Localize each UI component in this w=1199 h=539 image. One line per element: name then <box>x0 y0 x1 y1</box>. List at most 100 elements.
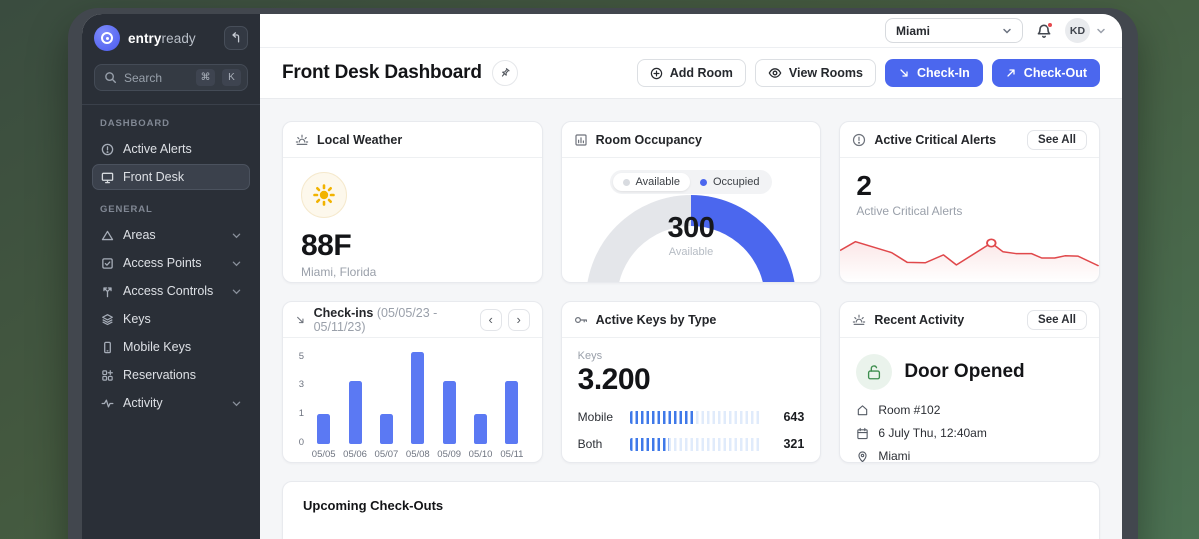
weather-location: Miami, Florida <box>301 265 377 279</box>
card-title: Active Critical Alerts <box>874 132 997 147</box>
topbar: Miami KD <box>260 14 1122 48</box>
occupancy-gauge-text: 300 Available <box>562 212 821 258</box>
sidebar-item-label: Areas <box>123 228 156 242</box>
bar-chart-icon <box>575 133 587 146</box>
legend-occupied[interactable]: Occupied <box>690 173 769 191</box>
unlock-badge <box>856 354 893 390</box>
check-in-button[interactable]: Check-In <box>885 59 983 87</box>
check-in-label: Check-In <box>917 66 970 80</box>
pin-icon <box>501 68 510 77</box>
view-rooms-button[interactable]: View Rooms <box>754 59 876 87</box>
legend-available[interactable]: Available <box>612 173 690 191</box>
brand-name-bold: entry <box>128 30 162 46</box>
activity-date-row: 6 July Thu, 12:40am <box>856 426 1083 440</box>
checkins-bar <box>402 348 433 444</box>
keys-row-both: Both 321 <box>578 437 805 451</box>
eye-icon <box>768 68 782 78</box>
recent-activity-card: Recent Activity See All Door Opened Room… <box>839 301 1100 463</box>
checkins-x-label: 05/10 <box>468 449 493 460</box>
legend-available-label: Available <box>635 176 680 188</box>
map-pin-icon <box>858 450 867 462</box>
sidebar-item-active-alerts[interactable]: Active Alerts <box>92 136 250 162</box>
activity-datetime: 6 July Thu, 12:40am <box>878 426 987 440</box>
meter-value: 643 <box>783 410 805 424</box>
card-title: Room Occupancy <box>595 132 702 147</box>
pin-button[interactable] <box>491 60 518 86</box>
activity-see-all-button[interactable]: See All <box>1027 309 1087 330</box>
checkins-title: Check-ins <box>313 305 374 320</box>
local-weather-card: Local Weather 88F Miami, Florida <box>282 121 543 283</box>
sun-badge <box>301 172 347 218</box>
sidebar-item-label: Active Alerts <box>123 142 192 156</box>
checkins-x-label: 05/06 <box>343 449 367 460</box>
brand-name: entryready <box>128 31 196 46</box>
chevron-down-icon <box>232 289 241 294</box>
sidebar-item-label: Access Controls <box>123 284 214 298</box>
sidebar-item-keys[interactable]: Keys <box>92 306 250 332</box>
checkins-x-label: 05/11 <box>500 449 524 460</box>
occupancy-legend: Available Occupied <box>609 170 773 194</box>
checkins-x-label: 05/08 <box>405 449 430 460</box>
checkins-x-label: 05/05 <box>311 449 336 460</box>
sidebar-item-label: Front Desk <box>123 170 185 184</box>
available-dot <box>622 178 630 186</box>
activity-location-row: Miami <box>856 449 1083 462</box>
keys-label: Keys <box>577 350 603 362</box>
sidebar-item-front-desk[interactable]: Front Desk <box>92 164 250 190</box>
mobile-meter <box>629 410 763 424</box>
branch-icon <box>103 286 112 297</box>
checkins-bar <box>371 348 402 444</box>
sidebar-item-reservations[interactable]: Reservations <box>92 362 250 388</box>
header-actions: Add Room View Rooms Check-In Check-Out <box>636 59 1100 87</box>
checkins-y-tick: 5 <box>298 350 304 362</box>
activity-room: Room #102 <box>878 403 941 417</box>
checkins-next-button[interactable]: › <box>507 308 530 331</box>
add-room-button[interactable]: Add Room <box>636 59 746 87</box>
search-box[interactable]: ⌘ K <box>94 64 248 91</box>
location-select-value: Miami <box>896 23 931 38</box>
sidebar-item-label: Keys <box>123 312 151 326</box>
sidebar-item-access-controls[interactable]: Access Controls <box>92 278 250 304</box>
alerts-see-all-button[interactable]: See All <box>1027 129 1087 150</box>
checkins-x-label: 05/07 <box>374 449 399 460</box>
sidebar-item-label: Reservations <box>123 368 196 382</box>
device-frame: entryready ⌘ K DASHBOARD Active Alerts F… <box>68 8 1138 539</box>
sidebar-item-areas[interactable]: Areas <box>92 222 250 248</box>
notifications-button[interactable] <box>1036 21 1053 39</box>
dashboard-grid: Local Weather 88F Miami, Florida Room Oc… <box>260 99 1122 539</box>
alerts-subtitle: Active Critical Alerts <box>856 204 963 218</box>
sidebar-item-label: Activity <box>123 396 163 410</box>
monitor-icon <box>101 172 114 183</box>
activity-pulse-icon <box>101 399 114 407</box>
page-header: Front Desk Dashboard Add Room View Rooms <box>260 48 1122 99</box>
main-area: Miami KD Front Desk Dashboard Add Room V… <box>260 14 1122 539</box>
checkins-prev-button[interactable]: ‹ <box>479 308 502 331</box>
sunrise-icon <box>853 314 866 325</box>
sidebar-item-label: Mobile Keys <box>123 340 192 354</box>
meter-value: 321 <box>783 437 805 451</box>
temperature-value: 88F <box>301 229 352 262</box>
sidebar-item-access-points[interactable]: Access Points <box>92 250 250 276</box>
checkins-card: Check-ins (05/05/23 - 05/11/23) ‹ › 5 3 1 0… <box>282 301 543 463</box>
location-select[interactable]: Miami <box>885 18 1023 43</box>
arrow-down-right-icon <box>900 69 908 77</box>
search-input[interactable] <box>124 70 189 85</box>
checkins-y-tick: 1 <box>298 408 304 420</box>
sidebar: entryready ⌘ K DASHBOARD Active Alerts F… <box>82 14 260 539</box>
app-window: entryready ⌘ K DASHBOARD Active Alerts F… <box>82 14 1122 539</box>
activity-event: Door Opened <box>856 354 1083 390</box>
check-out-button[interactable]: Check-Out <box>991 59 1100 87</box>
card-title: Local Weather <box>317 132 403 147</box>
sidebar-item-activity[interactable]: Activity <box>92 390 250 416</box>
sidebar-item-mobile-keys[interactable]: Mobile Keys <box>92 334 250 360</box>
sun-icon <box>313 184 335 206</box>
page-title: Front Desk Dashboard <box>282 62 482 83</box>
view-rooms-label: View Rooms <box>788 66 863 80</box>
sidebar-collapse-button[interactable] <box>224 26 248 50</box>
room-occupancy-card: Room Occupancy Available Occupied 300 Av… <box>560 121 822 283</box>
home-icon <box>858 404 868 415</box>
collapse-arrow-icon <box>232 32 240 43</box>
chevron-down-icon <box>1003 28 1011 34</box>
active-critical-alerts-card: Active Critical Alerts See All 2 Active … <box>839 121 1100 283</box>
user-menu[interactable]: KD <box>1065 18 1106 43</box>
